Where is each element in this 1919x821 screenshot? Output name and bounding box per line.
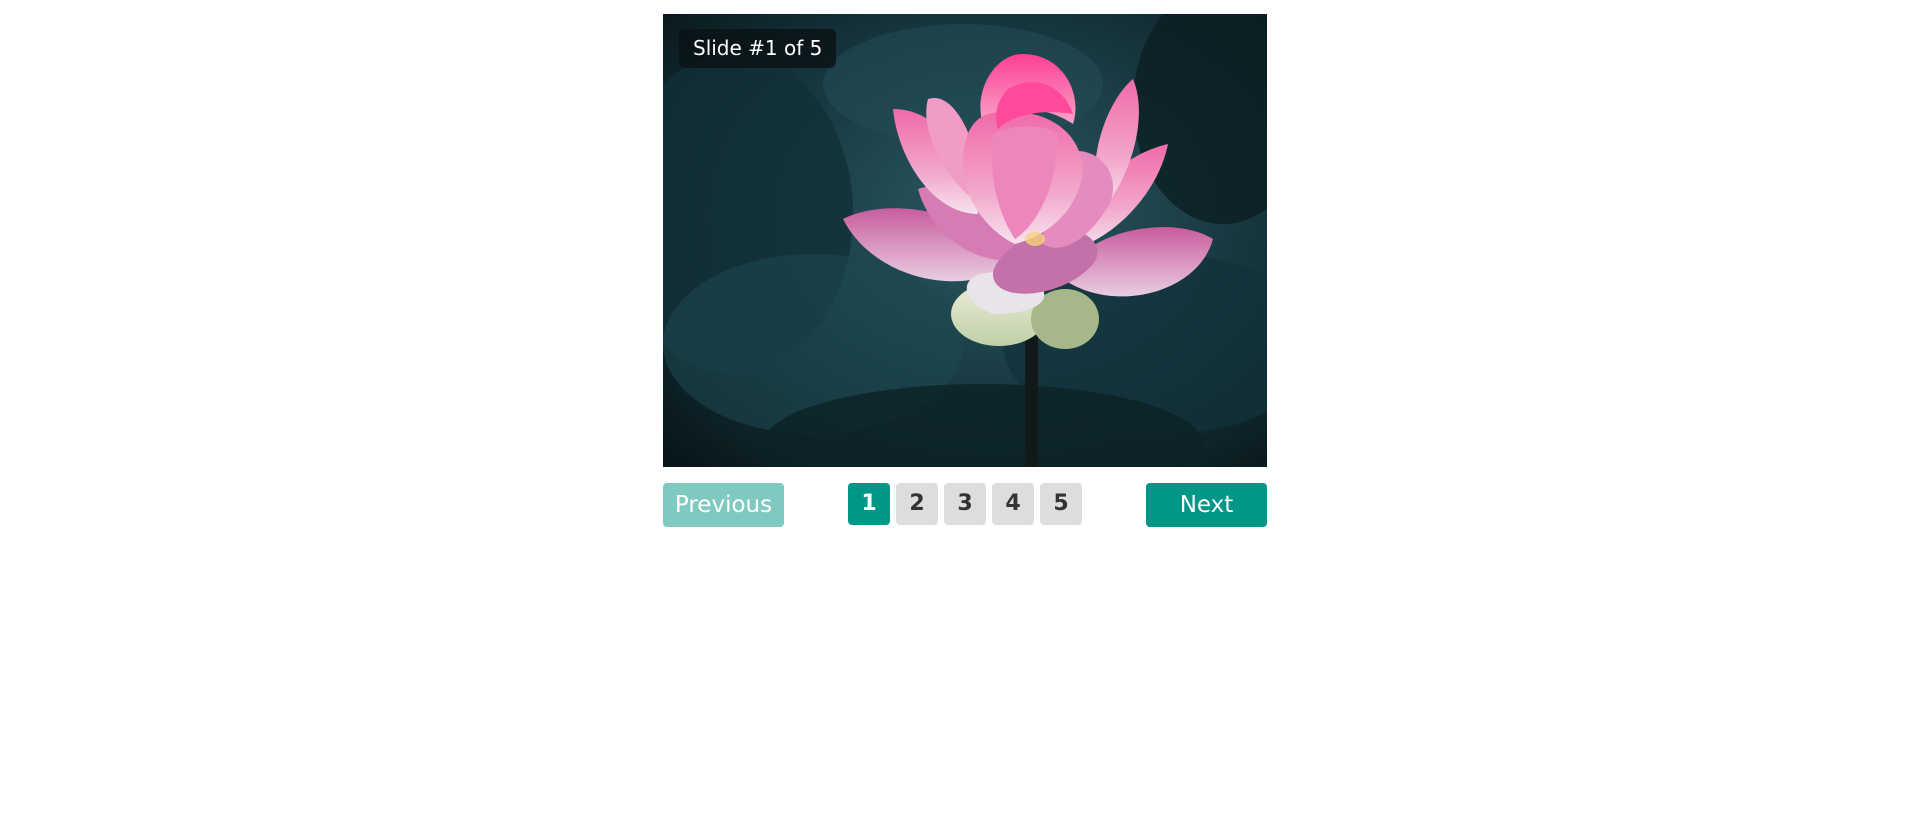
previous-button[interactable]: Previous — [663, 483, 784, 527]
page-button-1[interactable]: 1 — [848, 483, 890, 525]
slide-counter: Slide #1 of 5 — [679, 29, 837, 68]
image-slider: Slide #1 of 5 Previous 1 2 3 4 5 Next — [663, 14, 1267, 529]
slide-frame: Slide #1 of 5 — [663, 14, 1267, 467]
page-button-3[interactable]: 3 — [944, 483, 986, 525]
page-button-4[interactable]: 4 — [992, 483, 1034, 525]
page-button-5[interactable]: 5 — [1040, 483, 1082, 525]
slider-controls: Previous 1 2 3 4 5 Next — [663, 483, 1267, 529]
page-button-2[interactable]: 2 — [896, 483, 938, 525]
lotus-flower-image — [663, 14, 1267, 467]
next-button[interactable]: Next — [1146, 483, 1267, 527]
page-indicator: 1 2 3 4 5 — [848, 483, 1082, 525]
